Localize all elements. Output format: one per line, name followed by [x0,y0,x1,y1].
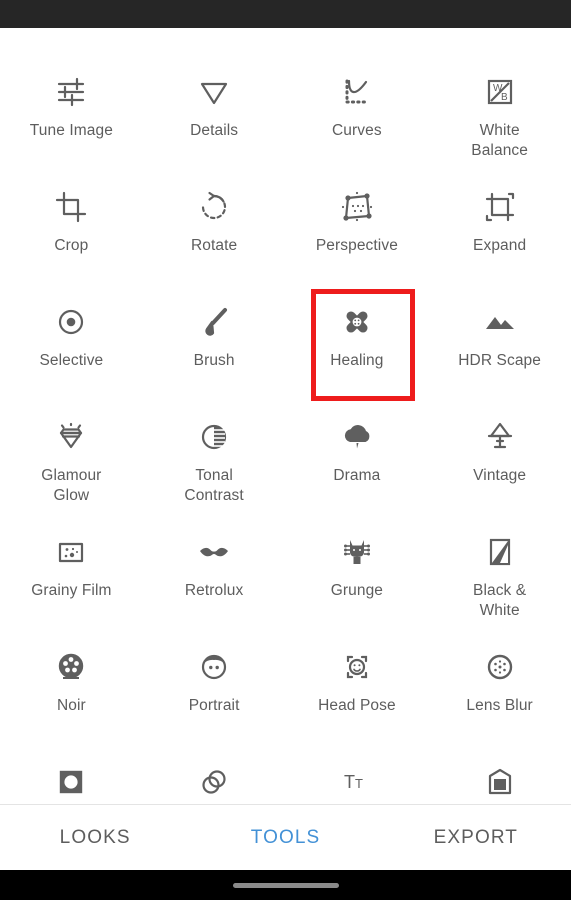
tool-label: Brush [193,352,235,369]
tool-item-selective[interactable]: Selective [0,294,143,409]
system-status-bar [0,0,571,28]
expand-icon [478,185,522,229]
tool-label: Head Pose [318,697,396,714]
snapseed-tools-screen: Tune Image Details Curves W B White Balance Cr… [0,0,571,900]
tool-item-text[interactable]: TT [286,754,429,804]
head-pose-icon [335,645,379,689]
tool-label: Retrolux [184,582,244,599]
tool-label: Expand [473,237,527,254]
tools-scroll-area[interactable]: Tune Image Details Curves W B White Balance Cr… [0,28,571,804]
tools-grid: Tune Image Details Curves W B White Balance Cr… [0,64,571,804]
tool-item-expand[interactable]: Expand [428,179,571,294]
curves-icon [335,70,379,114]
tool-label: Noir [56,697,86,714]
tool-label: Selective [39,352,104,369]
svg-text:T: T [355,776,363,791]
tool-label: Drama [333,467,381,484]
frames-icon [478,760,522,804]
svg-text:T: T [344,772,355,792]
portrait-icon [192,645,236,689]
tool-item-grunge[interactable]: Grunge [286,524,429,639]
tool-label: White Balance [471,122,528,159]
lamp-icon [478,415,522,459]
tool-label: Glamour Glow [41,467,102,504]
tool-label: Healing [330,352,384,369]
tool-label: Grainy Film [31,582,112,599]
tool-label: Portrait [188,697,240,714]
tool-label: HDR Scape [458,352,541,369]
selective-icon [49,300,93,344]
tool-label: Details [190,122,239,139]
tool-item-white-balance[interactable]: W B White Balance [428,64,571,179]
tool-item-noir[interactable]: Noir [0,639,143,754]
text-icon: TT [335,760,379,804]
tool-label: Perspective [315,237,398,254]
home-indicator[interactable] [232,882,339,888]
tool-item-tonal-contrast[interactable]: Tonal Contrast [143,409,286,524]
tool-item-hdr-scape[interactable]: HDR Scape [428,294,571,409]
tool-item-brush[interactable]: Brush [143,294,286,409]
perspective-icon [335,185,379,229]
tool-label: Rotate [190,237,238,254]
tool-item-vintage[interactable]: Vintage [428,409,571,524]
tab-export[interactable]: EXPORT [381,827,571,849]
rotate-icon [192,185,236,229]
tool-item-frames[interactable] [428,754,571,804]
bottom-tab-bar: LOOKS TOOLS EXPORT [0,804,571,870]
tab-tools[interactable]: TOOLS [190,827,380,849]
grain-icon [49,530,93,574]
vignette-icon [49,760,93,804]
tool-item-lens-blur[interactable]: Lens Blur [428,639,571,754]
tool-item-retrolux[interactable]: Retrolux [143,524,286,639]
tool-item-rotate[interactable]: Rotate [143,179,286,294]
tool-label: Crop [54,237,89,254]
tool-label: Tonal Contrast [184,467,244,504]
black-white-icon [478,530,522,574]
tool-item-double-exposure[interactable] [143,754,286,804]
tool-label: Curves [332,122,382,139]
cloud-rain-icon [335,415,379,459]
crop-icon [49,185,93,229]
tool-item-healing[interactable]: Healing [286,289,429,409]
tool-item-details[interactable]: Details [143,64,286,179]
diamond-icon [49,415,93,459]
moustache-icon [192,530,236,574]
system-gesture-bar [0,870,571,900]
tool-label: Grunge [330,582,384,599]
tool-label: Black & White [473,582,527,619]
lens-blur-icon [478,645,522,689]
tab-looks[interactable]: LOOKS [0,827,190,849]
white-balance-icon: WB [478,70,522,114]
sliders-icon [49,70,93,114]
tool-item-drama[interactable]: Drama [286,409,429,524]
brush-icon [192,300,236,344]
double-exposure-icon [192,760,236,804]
tool-label: Tune Image [29,122,113,139]
guitar-head-icon [335,530,379,574]
healing-icon [335,300,379,344]
tool-item-perspective[interactable]: Perspective [286,179,429,294]
tool-item-glamour-glow[interactable]: Glamour Glow [0,409,143,524]
tool-item-black-white[interactable]: Black & White [428,524,571,639]
tool-item-portrait[interactable]: Portrait [143,639,286,754]
tool-label: Vintage [473,467,527,484]
tool-item-curves[interactable]: Curves [286,64,429,179]
film-reel-icon [49,645,93,689]
triangle-down-icon [192,70,236,114]
tool-label: Lens Blur [466,697,533,714]
tool-item-vignette[interactable] [0,754,143,804]
tonal-contrast-icon [192,415,236,459]
tool-item-tune-image[interactable]: Tune Image [0,64,143,179]
tool-item-grainy-film[interactable]: Grainy Film [0,524,143,639]
tool-item-head-pose[interactable]: Head Pose [286,639,429,754]
svg-text:B: B [501,92,508,103]
tool-item-crop[interactable]: Crop [0,179,143,294]
mountains-icon [478,300,522,344]
